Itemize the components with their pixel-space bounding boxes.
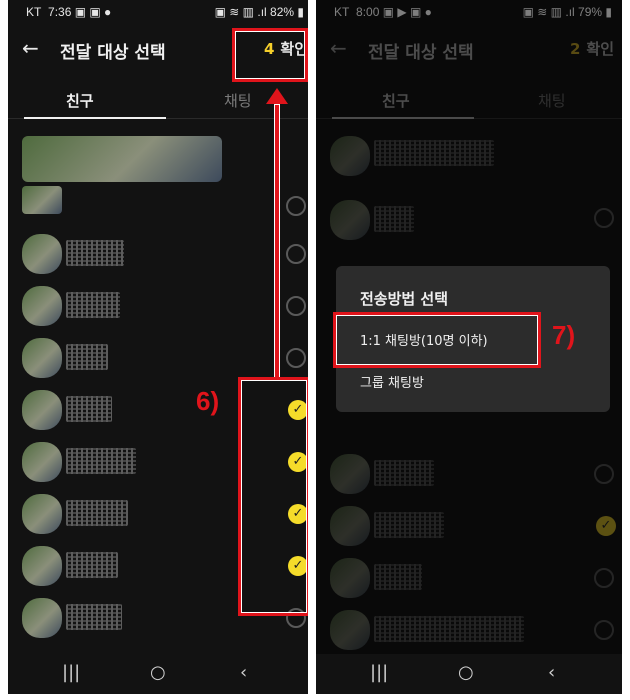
confirm-highlight-box	[232, 28, 308, 82]
screen-divider	[308, 0, 316, 700]
status-left: KT 7:36 ▣ ▣ ●	[26, 5, 112, 19]
select-radio[interactable]	[286, 348, 306, 368]
select-radio[interactable]	[286, 244, 306, 264]
dialog-title: 전송방법 선택	[360, 290, 449, 308]
contact-name	[66, 292, 120, 318]
avatar	[22, 442, 62, 482]
option-highlight-box	[333, 312, 541, 368]
contact-name	[66, 552, 118, 578]
annotation-arrow-line	[274, 104, 280, 380]
tab-friends[interactable]: 친구	[66, 90, 94, 111]
select-radio[interactable]	[286, 296, 306, 316]
home-icon[interactable]: ○	[150, 662, 166, 683]
avatar	[22, 338, 62, 378]
active-tab-indicator	[24, 117, 166, 119]
list-item[interactable]	[8, 130, 314, 182]
contact-name	[66, 240, 124, 266]
tab-chats[interactable]: 채팅	[224, 90, 252, 111]
avatar	[22, 598, 62, 638]
arrow-up-icon	[266, 88, 288, 104]
battery-level: 82%	[270, 5, 295, 19]
avatar	[22, 546, 62, 586]
avatar	[22, 136, 222, 182]
contact-name	[66, 604, 122, 630]
contact-name	[66, 396, 112, 422]
status-bar: KT 7:36 ▣ ▣ ● ▣ ≋ ▥ .ıl 82% ▮	[8, 0, 314, 24]
list-item[interactable]	[8, 280, 314, 332]
recent-apps-icon[interactable]: |||	[62, 662, 80, 683]
avatar	[22, 286, 62, 326]
carrier-label: KT	[26, 5, 42, 19]
back-arrow-icon[interactable]: ←	[22, 36, 39, 60]
checkbox-highlight-box	[238, 377, 310, 616]
nav-back-icon[interactable]: ‹	[548, 662, 555, 683]
recent-apps-icon[interactable]: |||	[370, 662, 388, 683]
avatar	[22, 494, 62, 534]
contact-name	[66, 344, 108, 370]
option-group-chat[interactable]: 그룹 채팅방	[360, 372, 424, 391]
contact-name	[66, 448, 136, 474]
clock: 7:36	[48, 5, 72, 19]
avatar	[22, 234, 62, 274]
list-item[interactable]	[8, 228, 314, 280]
avatar	[22, 186, 62, 214]
system-nav-bar: ||| ○ ‹	[8, 654, 314, 694]
nav-back-icon[interactable]: ‹	[240, 662, 247, 683]
status-right: ▣ ≋ ▥ .ıl 82% ▮	[214, 5, 304, 19]
avatar	[22, 390, 62, 430]
page-title: 전달 대상 선택	[60, 43, 166, 63]
step-label-7: 7)	[552, 320, 576, 350]
home-icon[interactable]: ○	[458, 662, 474, 683]
system-nav-bar: ||| ○ ‹	[316, 654, 622, 694]
contact-name	[66, 500, 128, 526]
select-radio[interactable]	[286, 196, 306, 216]
step-label-6: 6)	[196, 386, 220, 416]
